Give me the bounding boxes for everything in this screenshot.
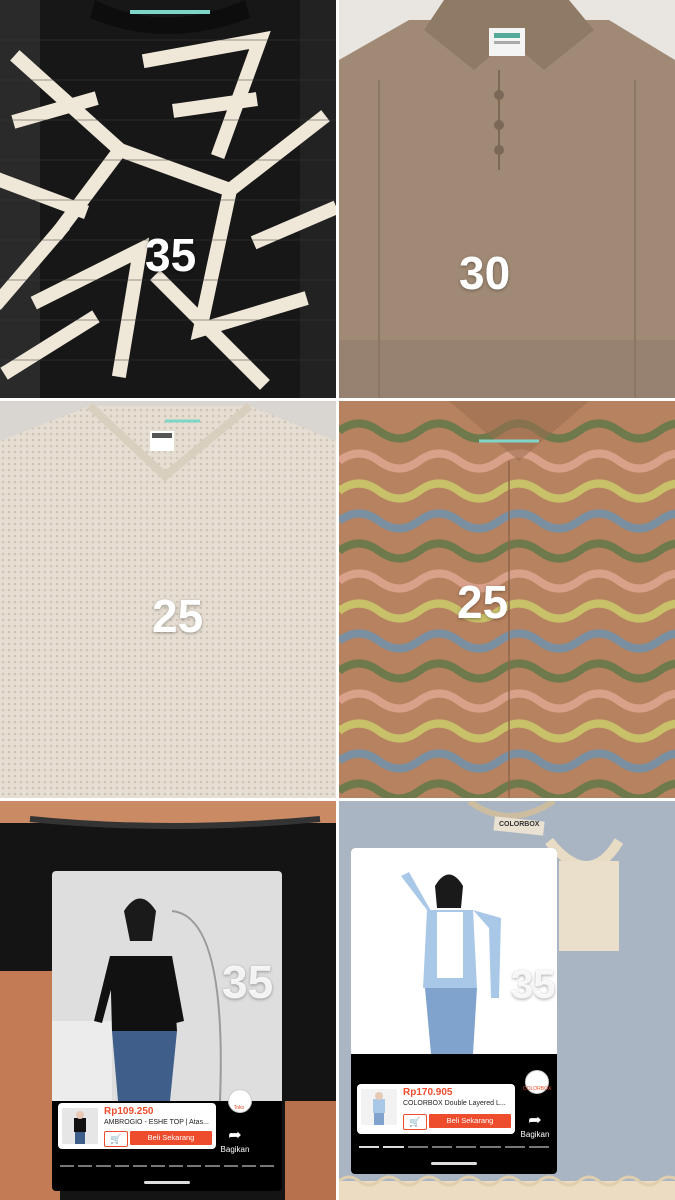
product-price: Rp109.250 bbox=[104, 1106, 154, 1117]
cart-icon[interactable]: 🛒 bbox=[403, 1114, 427, 1130]
price-label: 35 bbox=[145, 229, 197, 281]
cart-icon[interactable]: 🛒 bbox=[104, 1131, 128, 1147]
price-label: 30 bbox=[459, 247, 511, 299]
share-icon: ➦ bbox=[528, 1112, 542, 1129]
home-indicator bbox=[144, 1181, 190, 1184]
panel-geometric-sweater: 35 bbox=[0, 0, 336, 398]
model-photo bbox=[351, 848, 557, 1054]
share-icon: ➦ bbox=[228, 1127, 242, 1144]
price-label: 25 bbox=[457, 576, 509, 628]
panel-zigzag-shirt: 25 bbox=[339, 401, 675, 798]
product-name: COLORBOX Double Layered L... bbox=[403, 1100, 506, 1107]
share-button[interactable]: ➦ Bagikan bbox=[519, 1110, 551, 1139]
shop-screenshot: 35 COLORBOX Rp170.905 COLORBOX Double La… bbox=[351, 848, 557, 1174]
panel-blue-layered: COLORBOX 35 COLORBOX Rp170.905 COLORBOX … bbox=[339, 801, 675, 1200]
shop-screenshot: 35 Toko Rp109.250 AMBROGIO - ESHE TOP | … bbox=[52, 871, 282, 1191]
price-label: 35 bbox=[511, 963, 556, 1007]
garment-brand-tag: COLORBOX bbox=[499, 821, 540, 828]
panel-cream-knit: 25 bbox=[0, 401, 336, 798]
buy-now-button[interactable]: Beli Sekarang bbox=[429, 1114, 511, 1128]
shop-avatar-label: Toko bbox=[233, 1105, 245, 1111]
product-thumbnail bbox=[62, 1108, 98, 1144]
panel-taupe-henley: 30 bbox=[339, 0, 675, 398]
price-label: 25 bbox=[152, 590, 204, 642]
home-indicator bbox=[431, 1162, 477, 1165]
share-label: Bagikan bbox=[520, 1130, 550, 1139]
product-name: AMBROGIO - ESHE TOP | Atas... bbox=[104, 1119, 209, 1126]
buy-now-button[interactable]: Beli Sekarang bbox=[130, 1131, 212, 1145]
shop-avatar-label: COLORBOX bbox=[523, 1086, 552, 1092]
share-button[interactable]: ➦ Bagikan bbox=[220, 1125, 250, 1154]
product-price: Rp170.905 bbox=[403, 1087, 453, 1098]
product-card[interactable]: Rp109.250 AMBROGIO - ESHE TOP | Atas... … bbox=[58, 1103, 216, 1149]
product-thumbnail bbox=[361, 1089, 397, 1125]
geometric-sweater-photo bbox=[0, 0, 336, 398]
share-label: Bagikan bbox=[220, 1145, 250, 1154]
photo-grid: 35 30 25 25 35 Toko Rp109.250 AMBROGIO -… bbox=[0, 0, 675, 1200]
price-label: 35 bbox=[222, 956, 274, 1008]
panel-black-offshoulder: 35 Toko Rp109.250 AMBROGIO - ESHE TOP | … bbox=[0, 801, 336, 1200]
progress-dots bbox=[60, 1165, 275, 1167]
taupe-henley-photo bbox=[339, 0, 675, 398]
progress-dots bbox=[359, 1146, 549, 1148]
product-card[interactable]: Rp170.905 COLORBOX Double Layered L... 🛒… bbox=[357, 1084, 515, 1134]
